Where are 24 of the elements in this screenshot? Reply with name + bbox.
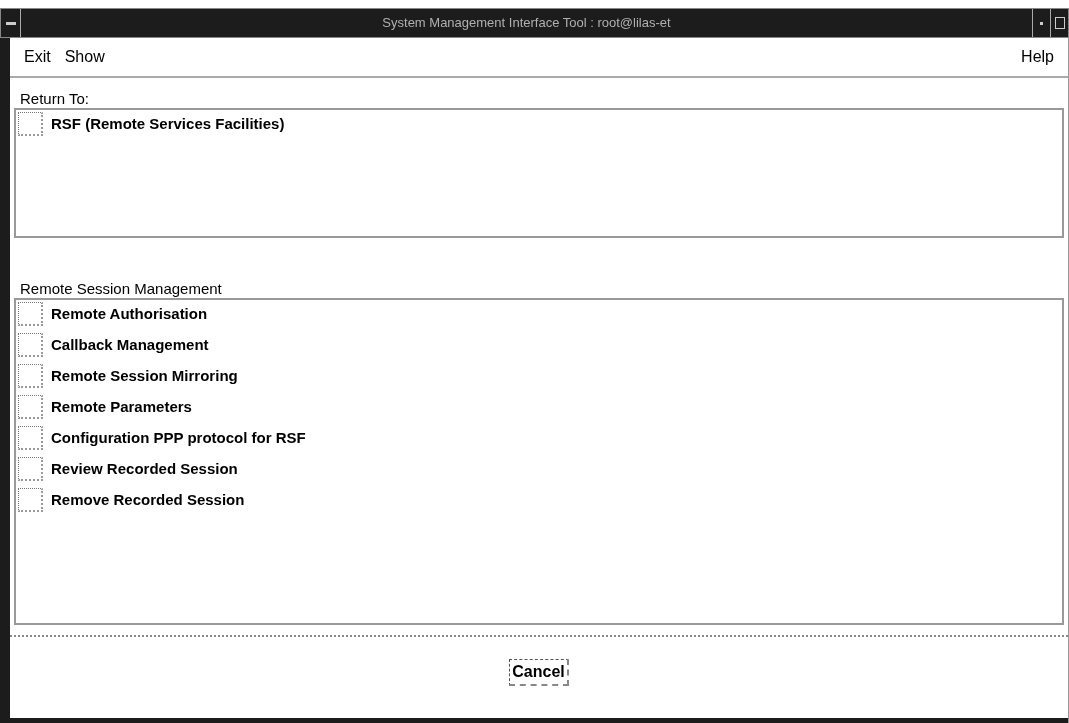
item-button[interactable] bbox=[18, 426, 43, 450]
item-label: Configuration PPP protocol for RSF bbox=[51, 427, 306, 448]
item-button[interactable] bbox=[18, 364, 43, 388]
section-title: Return To: bbox=[19, 89, 90, 108]
item-label: RSF (Remote Services Facilities) bbox=[51, 113, 285, 134]
item-button[interactable] bbox=[18, 457, 43, 481]
cancel-button[interactable]: Cancel bbox=[509, 659, 569, 686]
section-title: Remote Session Management bbox=[19, 279, 223, 298]
item-label: Remote Session Mirroring bbox=[51, 365, 238, 386]
window-title: System Management Interface Tool : root@lilas-et bbox=[381, 14, 672, 33]
maximize-button[interactable] bbox=[1050, 9, 1068, 37]
item-label: Remote Parameters bbox=[51, 396, 192, 417]
item-label: Remote Authorisation bbox=[51, 303, 208, 324]
item-button[interactable] bbox=[18, 302, 43, 326]
item-button[interactable] bbox=[18, 333, 43, 357]
menu-item[interactable]: Show bbox=[64, 45, 105, 69]
item-button[interactable] bbox=[18, 395, 43, 419]
item-label: Review Recorded Session bbox=[51, 458, 238, 479]
menu-item[interactable]: Help bbox=[1021, 45, 1054, 69]
item-button[interactable] bbox=[18, 112, 43, 136]
menu-item[interactable]: Exit bbox=[24, 45, 51, 69]
item-label: Remove Recorded Session bbox=[51, 489, 245, 510]
item-button[interactable] bbox=[18, 488, 43, 512]
item-label: Callback Management bbox=[51, 334, 209, 355]
